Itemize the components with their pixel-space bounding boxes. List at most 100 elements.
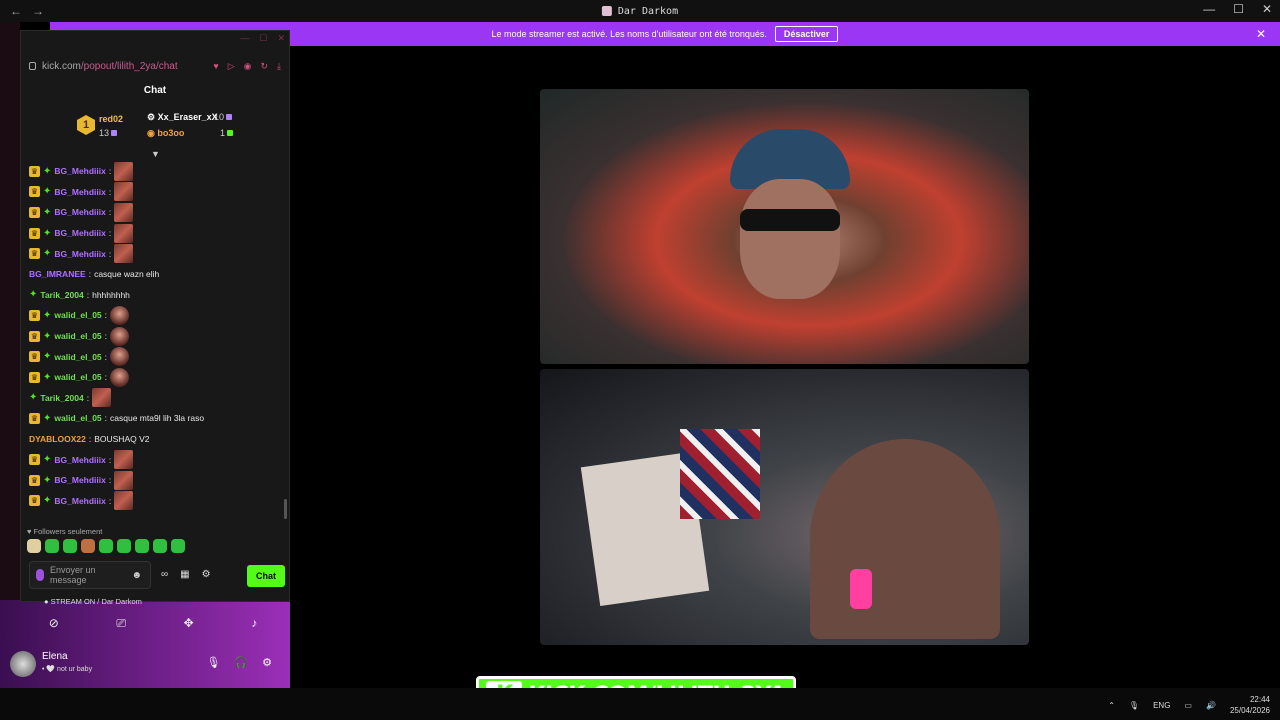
user-panel: Elena • 🤍 not ur baby 🎙 🎧 ⚙ [10,648,286,680]
chat-emote [114,161,134,181]
settings-icon[interactable]: ⚙ [202,569,211,580]
chat-colon: : [104,310,108,321]
activities-icon[interactable]: ✥ [184,616,194,631]
crown-badge-icon: ♛ [29,412,40,424]
chat-username[interactable]: Tarik_2004 [40,393,83,403]
emote-button[interactable] [63,539,77,553]
window-title: Dar Darkom [601,6,678,17]
chat-username[interactable]: BG_Mehdiiix [54,228,105,238]
microphone-icon[interactable] [36,569,44,581]
infinity-icon[interactable]: ∞ [161,569,168,580]
forward-button[interactable]: → [32,4,44,18]
chat-username[interactable]: BG_Mehdiiix [54,455,105,465]
chat-message: ♛ ✦ walid_el_05: casque mta9l lih 3la raso [29,408,287,429]
chat-colon: : [108,207,112,218]
chat-message: ♛ ✦ walid_el_05: [29,346,287,367]
chat-emote [114,470,134,490]
leader-1-name[interactable]: red02 [99,114,123,124]
url-host: kick.com [42,60,81,72]
soundboard-icon[interactable]: ♪ [251,616,257,631]
store-icon[interactable]: ▦ [180,569,189,580]
chat-username[interactable]: BG_Mehdiiix [54,207,105,217]
chat-username[interactable]: walid_el_05 [54,331,101,341]
camera-off-icon[interactable]: ⊘ [49,616,59,631]
chat-username[interactable]: walid_el_05 [54,372,101,382]
emote-button[interactable] [171,539,185,553]
popout-close-icon[interactable]: ✕ [277,33,285,44]
system-tray: ⌃ 🎙 ENG ▭ 🔊 22:44 25/04/2026 [1108,694,1270,716]
send-chat-button[interactable]: Chat [247,565,285,587]
emote-button[interactable] [81,539,95,553]
mic-icon[interactable]: 🎙 [206,656,220,669]
emote-button[interactable] [153,539,167,553]
stream-status: ● STREAM ON / Dar Darkom [44,597,142,606]
refresh-icon[interactable]: ↻ [260,61,268,72]
back-button[interactable]: ← [10,4,22,18]
emote-button[interactable] [135,539,149,553]
volume-icon[interactable]: 🔊 [1206,701,1216,710]
chevron-up-icon[interactable]: ⌃ [1108,701,1115,710]
window-titlebar: ← → Dar Darkom — ☐ ✕ [0,0,1280,22]
person-shape [810,439,1000,639]
chat-message-list: ♛ ✦ BG_Mehdiiix: ♛ ✦ BG_Mehdiiix: ♛ ✦ BG_Mehdiii… [29,161,287,529]
chat-input[interactable]: Envoyer un message ☻ [29,561,151,589]
chat-colon: : [108,248,112,259]
chat-username[interactable]: BG_IMRANEE [29,269,86,279]
headphones-icon[interactable]: 🎧 [234,656,248,669]
emote-button[interactable] [27,539,41,553]
collapse-arrow-icon[interactable]: ▼ [151,149,160,159]
leader-2-name[interactable]: Xx_Eraser_xX [158,112,218,122]
screen-share-icon[interactable]: ⎚ [116,616,126,631]
clock[interactable]: 22:44 25/04/2026 [1230,694,1270,716]
network-icon[interactable]: ▭ [1184,701,1192,710]
chat-colon: : [88,269,92,280]
url-tools: ♥ ▷ ◉ ↻ ⤓ [213,61,281,72]
glasses-shape [740,209,840,231]
chat-input-placeholder: Envoyer un message [50,565,96,585]
chat-username[interactable]: DYABLOOX22 [29,434,86,444]
popout-maximize-icon[interactable]: ☐ [259,33,267,44]
chat-username[interactable]: walid_el_05 [54,310,101,320]
close-button[interactable]: ✕ [1262,2,1272,16]
chat-username[interactable]: walid_el_05 [54,352,101,362]
mic-tray-icon[interactable]: 🎙 [1129,701,1139,710]
url-bar[interactable]: kick.com/popout/lilith_2ya/chat ♥ ▷ ◉ ↻ … [21,53,289,79]
maximize-button[interactable]: ☐ [1233,2,1244,16]
leader-3-name[interactable]: bo3oo [157,128,184,138]
avatar[interactable] [10,651,36,677]
chat-message: ♛ ✦ walid_el_05: [29,367,287,388]
emote-button[interactable] [45,539,59,553]
audio-icon[interactable]: ◉ [244,61,252,72]
emoji-icon[interactable]: ☻ [131,570,142,581]
chat-username[interactable]: Tarik_2004 [40,290,83,300]
language-indicator[interactable]: ENG [1153,701,1170,710]
chat-username[interactable]: BG_Mehdiiix [54,166,105,176]
emote-button[interactable] [99,539,113,553]
banner-close-icon[interactable]: ✕ [1256,27,1266,41]
emote-button[interactable] [117,539,131,553]
send-icon[interactable]: ▷ [228,61,235,72]
chat-username[interactable]: BG_Mehdiiix [54,249,105,259]
chat-username[interactable]: walid_el_05 [54,413,101,423]
chat-colon: : [86,392,90,403]
crown-badge-icon: ♛ [29,186,40,198]
chat-scrollbar[interactable] [284,499,287,519]
lock-icon [29,62,36,70]
app-icon [601,6,612,16]
chat-username[interactable]: BG_Mehdiiix [54,496,105,506]
chat-colon: : [108,495,112,506]
gift-icon [226,114,233,120]
chat-username[interactable]: BG_Mehdiiix [54,187,105,197]
stream-status-text: STREAM ON / Dar Darkom [50,597,142,606]
minimize-button[interactable]: — [1203,2,1215,16]
chat-emote [114,202,134,222]
shield-icon[interactable]: ♥ [213,61,218,72]
chat-colon: : [108,475,112,486]
window-controls: — ☐ ✕ [1203,2,1272,16]
disable-streamer-mode-button[interactable]: Désactiver [774,26,839,42]
chat-colon: : [108,166,112,177]
download-icon[interactable]: ⤓ [277,61,281,72]
gear-icon[interactable]: ⚙ [262,656,272,669]
chat-username[interactable]: BG_Mehdiiix [54,475,105,485]
popout-minimize-icon[interactable]: — [240,33,249,44]
